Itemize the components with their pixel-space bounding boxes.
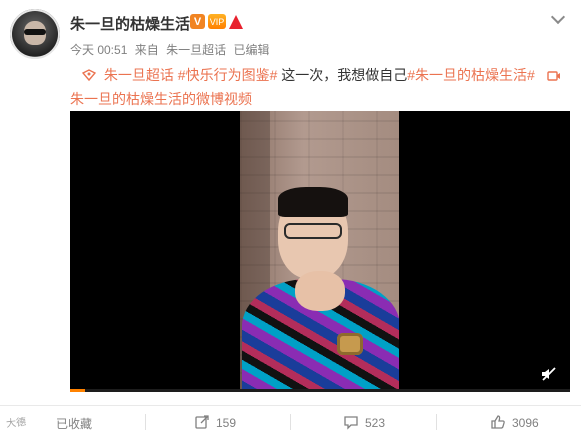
gold-watch [337, 333, 363, 355]
like-icon [490, 414, 506, 433]
favorite-button[interactable]: 已收藏 [56, 414, 92, 432]
divider [0, 405, 581, 406]
vip-badge[interactable]: VIP [208, 14, 226, 29]
video-progress-fill [70, 389, 85, 392]
verified-badge[interactable]: V [190, 14, 205, 29]
video-player[interactable] [70, 111, 570, 392]
person-hair [278, 187, 348, 217]
video-icon [547, 66, 561, 88]
comment-count: 523 [365, 416, 386, 430]
video-progress-bar[interactable] [70, 389, 570, 392]
repost-icon [194, 414, 210, 433]
person-glasses [284, 223, 342, 239]
favorite-label: 已收藏 [56, 416, 93, 431]
watermark: 大德 [5, 416, 27, 431]
hashtag-link[interactable]: #快乐行为图鉴# [178, 67, 278, 83]
person-hand [295, 271, 345, 311]
repost-button[interactable]: 159 [194, 414, 236, 432]
mute-icon[interactable] [540, 365, 558, 383]
supertopic-link[interactable]: 朱一旦超话 [104, 67, 174, 83]
action-separator [290, 414, 291, 430]
badges: V VIP [190, 14, 243, 29]
comment-icon [343, 414, 359, 433]
avatar-glasses [24, 29, 46, 35]
action-separator [145, 414, 146, 430]
post-text: 这一次，我想做自己 [281, 67, 408, 83]
comment-button[interactable]: 523 [343, 414, 385, 432]
brand-badge[interactable] [229, 14, 243, 29]
like-count: 3096 [512, 416, 539, 430]
like-button[interactable]: 3096 [490, 414, 539, 432]
avatar[interactable] [10, 9, 60, 59]
edited-label: 已编辑 [233, 43, 270, 57]
source-prefix: 来自 [134, 43, 159, 57]
video-frame [240, 111, 399, 392]
chevron-down-icon[interactable] [550, 9, 566, 25]
video-link[interactable]: 朱一旦的枯燥生活的微博视频 [70, 91, 252, 107]
username[interactable]: 朱一旦的枯燥生活 [70, 13, 190, 34]
supertopic-icon [81, 66, 97, 88]
post-content: 朱一旦超话 #快乐行为图鉴# 这一次，我想做自己#朱一旦的枯燥生活# 朱一旦的枯… [70, 64, 570, 110]
repost-count: 159 [216, 416, 237, 430]
hashtag-link[interactable]: #朱一旦的枯燥生活# [407, 67, 535, 83]
source-link[interactable]: 朱一旦超话 [166, 43, 226, 57]
post-meta: 今天 00:51 来自 朱一旦超话 已编辑 [70, 41, 273, 58]
action-separator [436, 414, 437, 430]
post-time[interactable]: 今天 00:51 [70, 43, 127, 57]
